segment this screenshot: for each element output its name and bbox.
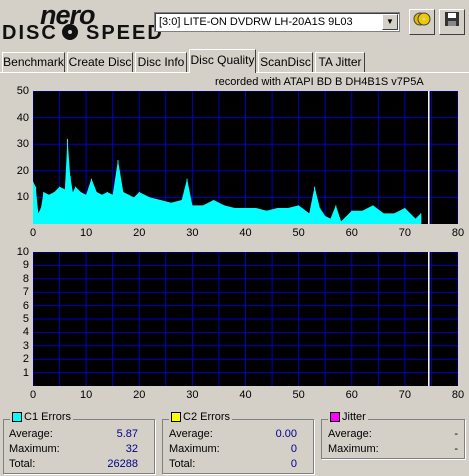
tab-disc-quality[interactable]: Disc Quality <box>189 49 256 73</box>
c1-y-tick-label: 20 <box>16 164 29 177</box>
c2-x-tick-label: 30 <box>186 389 199 401</box>
c2-y-tick-label: 6 <box>22 299 29 312</box>
c2-average-value: 0.00 <box>275 428 297 440</box>
jitter-color-swatch <box>330 412 340 423</box>
c1-total-label: Total: <box>9 458 36 470</box>
jitter-average-value: - <box>454 428 458 440</box>
c2-y-tick-label: 8 <box>22 272 29 285</box>
c1-errors-title: C1 Errors <box>10 411 74 423</box>
c2-average-label: Average: <box>169 428 213 440</box>
discs-icon <box>413 12 431 26</box>
c1-x-tick-label: 10 <box>80 227 93 239</box>
c1-y-tick-label: 40 <box>16 111 29 124</box>
recorded-with-text: recorded with ATAPI BD B DH4B1S v7P5A <box>215 76 424 88</box>
speed-logo-text: SPEED <box>86 22 164 44</box>
jitter-maximum-value: - <box>454 443 458 455</box>
c1-total-value: 26288 <box>107 458 138 470</box>
jitter-title-label: Jitter <box>342 411 366 423</box>
c2-x-tick-label: 80 <box>451 389 465 401</box>
c2-x-tick-label: 60 <box>345 389 358 401</box>
c1-color-swatch <box>12 412 22 423</box>
tab-scandisc[interactable]: ScanDisc <box>258 52 313 72</box>
c2-x-tick-label: 20 <box>133 389 146 401</box>
floppy-disk-icon <box>445 12 459 26</box>
disc-icon <box>62 24 78 40</box>
tab-disc-info[interactable]: Disc Info <box>135 52 187 72</box>
c2-y-tick-label: 4 <box>22 326 29 339</box>
c2-errors-chart <box>33 252 458 386</box>
c1-average-label: Average: <box>9 428 53 440</box>
c2-total-label: Total: <box>169 458 196 470</box>
c1-y-tick-label: 10 <box>16 191 29 204</box>
c1-x-tick-label: 70 <box>398 227 411 239</box>
jitter-average-label: Average: <box>328 428 372 440</box>
c2-y-tick-label: 3 <box>22 339 29 352</box>
c1-x-tick-label: 60 <box>345 227 358 239</box>
c2-y-tick-label: 2 <box>22 353 29 366</box>
c2-x-tick-label: 0 <box>29 389 37 401</box>
tab-benchmark[interactable]: Benchmark <box>2 52 65 72</box>
c1-average-value: 5.87 <box>116 428 138 440</box>
disc-logo-text: DISC <box>2 22 58 44</box>
tab-ta-jitter[interactable]: TA Jitter <box>315 52 365 72</box>
c1-y-tick-label: 30 <box>16 138 29 151</box>
drive-select-value: [3:0] LITE-ON DVDRW LH-20A1S 9L03 <box>159 16 353 28</box>
c2-x-tick-label: 40 <box>239 389 252 401</box>
c1-x-tick-label: 20 <box>133 227 146 239</box>
eject-button[interactable] <box>409 9 435 35</box>
c1-x-tick-label: 50 <box>292 227 305 239</box>
c2-y-tick-label: 7 <box>22 286 29 299</box>
c1-title-label: C1 Errors <box>24 411 72 423</box>
c1-x-tick-label: 30 <box>186 227 199 239</box>
c1-maximum-label: Maximum: <box>9 443 60 455</box>
c2-y-tick-label: 10 <box>16 246 29 258</box>
c2-y-tick-label: 1 <box>22 366 29 379</box>
drive-select[interactable]: [3:0] LITE-ON DVDRW LH-20A1S 9L03 ▼ <box>154 12 400 32</box>
c1-x-tick-label: 0 <box>29 227 37 239</box>
c2-y-tick-label: 5 <box>22 313 29 325</box>
c2-title-label: C2 Errors <box>183 411 231 423</box>
save-button[interactable] <box>439 9 465 35</box>
c1-errors-chart <box>33 91 458 224</box>
c2-x-tick-label: 70 <box>398 389 411 401</box>
c2-total-value: 0 <box>290 458 297 470</box>
c1-x-tick-label: 80 <box>451 227 465 239</box>
c1-x-tick-label: 40 <box>239 227 252 239</box>
c2-x-tick-label: 50 <box>292 389 305 401</box>
c1-maximum-value: 32 <box>125 443 138 455</box>
c2-maximum-label: Maximum: <box>169 443 220 455</box>
chevron-down-icon[interactable]: ▼ <box>382 14 398 30</box>
c2-maximum-value: 0 <box>290 443 297 455</box>
tab-create-disc[interactable]: Create Disc <box>67 52 133 72</box>
c2-y-tick-label: 9 <box>22 259 29 272</box>
c2-x-tick-label: 10 <box>80 389 93 401</box>
c2-errors-title: C2 Errors <box>169 411 233 423</box>
jitter-maximum-label: Maximum: <box>328 443 379 455</box>
c2-color-swatch <box>171 412 181 423</box>
c1-y-tick-label: 50 <box>16 85 29 97</box>
jitter-title: Jitter <box>328 411 368 423</box>
